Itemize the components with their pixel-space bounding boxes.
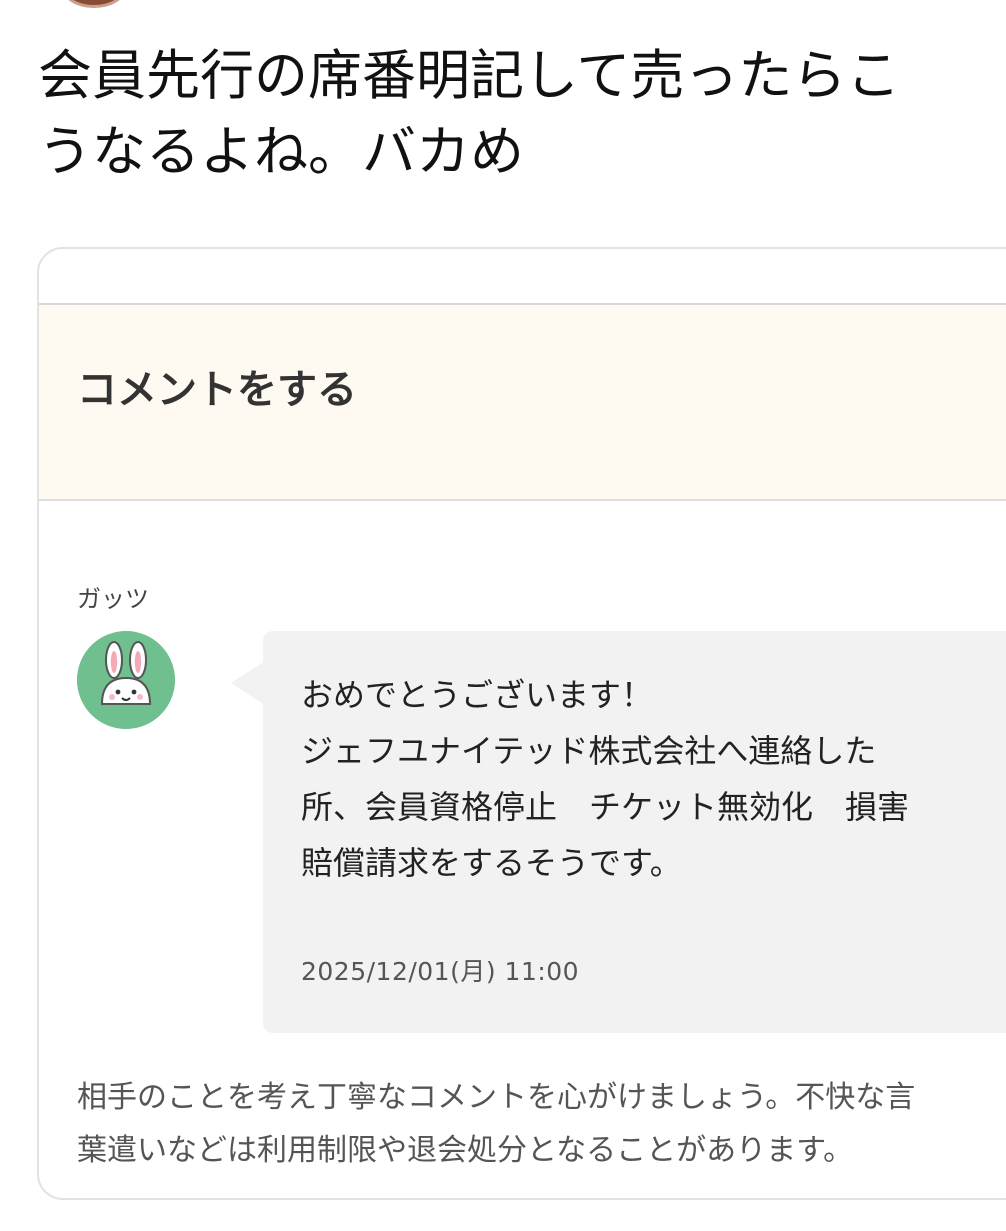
poster-avatar[interactable] — [62, 0, 126, 8]
comment-body: おめでとうございます！ ジェフユナイテッド株式会社へ連絡した 所、会員資格停止 … — [301, 676, 910, 882]
comment-card: コメントをする ガッツ おめでとうございます！ ジェフユナイテッド株式会社へ連絡… — [37, 247, 1006, 1200]
comment-bubble-tail — [231, 661, 265, 705]
commenter-name[interactable]: ガッツ — [77, 579, 149, 614]
card-top-bar — [39, 249, 1006, 305]
post-text: 会員先行の席番明記して売ったらこ うなるよね。バカめ — [38, 44, 901, 183]
page: 会員先行の席番明記して売ったらこ うなるよね。バカめ コメントをする ガッツ お… — [0, 0, 1006, 1231]
comment-timestamp: 2025/12/01(月) 11:00 — [301, 957, 580, 986]
section-title: コメントをする — [77, 367, 357, 413]
rabbit-icon[interactable] — [77, 631, 175, 729]
comment-guidelines-notice: 相手のことを考え丁寧なコメントを心がけましょう。不快な言 葉遣いなどは利用制限や… — [77, 1080, 916, 1168]
